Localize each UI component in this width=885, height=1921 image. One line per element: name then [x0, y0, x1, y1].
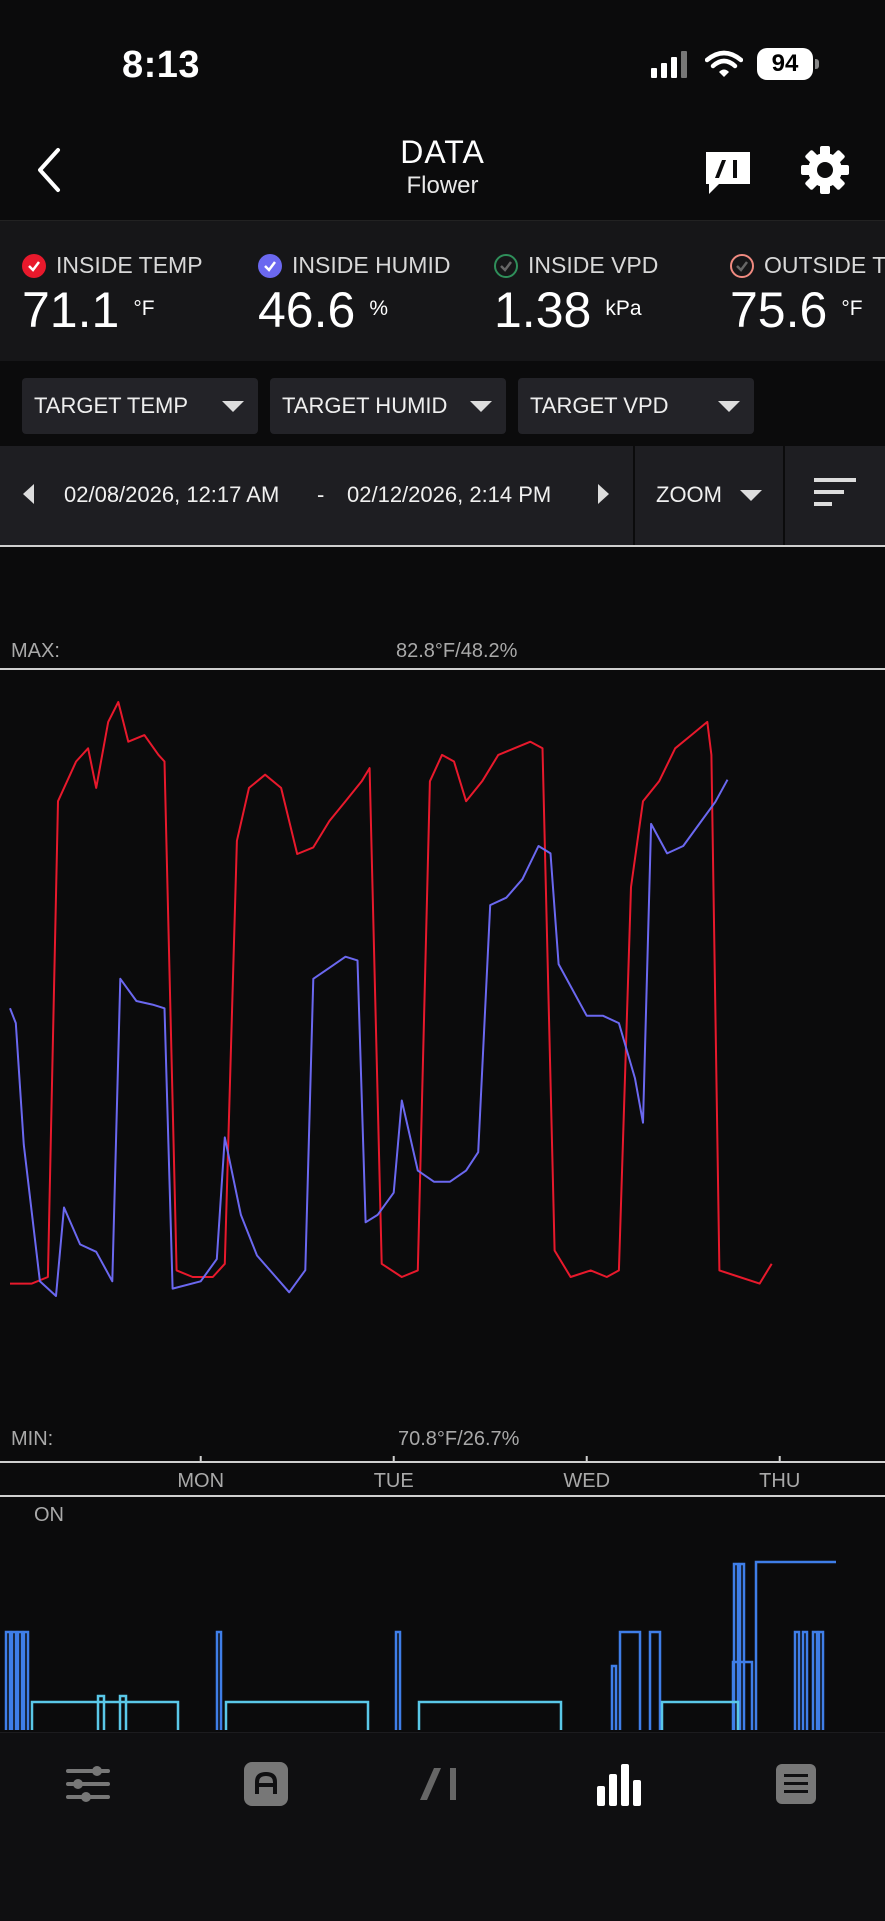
prev-range-icon[interactable]: [20, 482, 36, 506]
activity-pulse: [610, 1664, 618, 1730]
signal-icon: [651, 51, 687, 78]
activity-pulse: [793, 1630, 801, 1730]
sensor-inside-temp[interactable]: INSIDE TEMP 71.1 °F: [22, 252, 203, 339]
sensor-unit: °F: [841, 297, 863, 320]
activity-pulse: [817, 1630, 825, 1730]
activity-block: [224, 1700, 370, 1730]
sensor-value: 1.38: [494, 282, 592, 338]
nav-log-icon[interactable]: [772, 1760, 820, 1808]
ai-chat-icon[interactable]: [703, 150, 753, 196]
sensor-unit: °F: [133, 297, 155, 320]
range-end[interactable]: 02/12/2026, 2:14 PM: [347, 482, 551, 508]
nav-ai-icon[interactable]: [418, 1760, 466, 1808]
target-humid-dropdown[interactable]: TARGET HUMID: [270, 378, 506, 434]
activity-on-label: ON: [34, 1504, 64, 1526]
x-tick-label: WED: [563, 1470, 610, 1492]
caret-down-icon: [470, 400, 492, 412]
activity-pulse: [618, 1630, 642, 1730]
target-vpd-dropdown[interactable]: TARGET VPD: [518, 378, 754, 434]
sensor-unit: kPa: [605, 297, 642, 320]
battery-indicator: 94: [757, 48, 819, 80]
gear-icon[interactable]: [800, 145, 850, 195]
status-icons: 94: [651, 48, 819, 80]
sensor-label: INSIDE HUMID: [292, 252, 451, 278]
wifi-icon: [705, 50, 743, 77]
sensor-outside-temp[interactable]: OUTSIDE T 75.6 °F: [730, 252, 885, 339]
range-start[interactable]: 02/08/2026, 12:17 AM: [64, 482, 279, 508]
activity-pulse: [811, 1630, 819, 1730]
sensor-value: 46.6: [258, 282, 356, 338]
sensor-label: INSIDE VPD: [528, 252, 659, 278]
activity-pulse: [16, 1630, 24, 1730]
sensor-label: INSIDE TEMP: [56, 252, 203, 278]
check-icon[interactable]: [22, 253, 46, 278]
max-value: 82.8°F/48.2%: [396, 640, 518, 662]
min-label: MIN:: [11, 1428, 54, 1450]
caret-down-icon: [740, 490, 762, 501]
activity-pulse: [738, 1562, 746, 1730]
activity-pulse: [10, 1630, 18, 1730]
nav-controls-icon[interactable]: [64, 1760, 112, 1808]
x-tick-label: MON: [177, 1470, 224, 1492]
nav-automation-icon[interactable]: [242, 1760, 290, 1808]
sensor-value: 75.6: [730, 282, 828, 338]
sensor-unit: %: [369, 297, 389, 320]
caret-down-icon: [718, 400, 740, 412]
next-range-icon[interactable]: [596, 482, 612, 506]
activity-pulse: [648, 1630, 662, 1730]
range-dash: -: [317, 482, 325, 507]
activity-block: [417, 1700, 563, 1730]
dropdown-label: TARGET VPD: [530, 393, 669, 418]
min-value: 70.8°F/26.7%: [398, 1428, 520, 1450]
nav-data-icon[interactable]: [594, 1760, 642, 1808]
sensor-value: 71.1: [22, 282, 120, 338]
activity-pulse: [22, 1630, 30, 1730]
caret-down-icon: [222, 400, 244, 412]
target-temp-dropdown[interactable]: TARGET TEMP: [22, 378, 258, 434]
activity-pulse: [394, 1630, 402, 1730]
zoom-dropdown-label[interactable]: ZOOM: [656, 482, 722, 508]
device-activity: [4, 1560, 836, 1730]
plot-lines: [9, 701, 773, 1297]
dropdown-label: TARGET TEMP: [34, 393, 189, 418]
data-chart[interactable]: MON TUE WED THU: [0, 550, 885, 1730]
activity-pulse: [731, 1660, 754, 1730]
activity-pulse: [801, 1630, 809, 1730]
x-tick-label: TUE: [374, 1470, 414, 1492]
check-icon[interactable]: [730, 253, 754, 278]
sensor-label: OUTSIDE T: [764, 252, 885, 278]
x-tick-label: THU: [759, 1470, 800, 1492]
sensor-inside-vpd[interactable]: INSIDE VPD 1.38 kPa: [494, 252, 658, 339]
check-icon[interactable]: [258, 253, 282, 278]
activity-pulse: [4, 1630, 12, 1730]
sensor-inside-humid[interactable]: INSIDE HUMID 46.6%: [258, 252, 450, 339]
activity-pulse: [215, 1630, 223, 1730]
dropdown-label: TARGET HUMID: [282, 393, 448, 418]
sort-menu-icon[interactable]: [814, 478, 856, 508]
divider: [783, 446, 785, 545]
status-time: 8:13: [122, 44, 201, 86]
divider: [633, 446, 635, 545]
check-icon[interactable]: [494, 253, 518, 278]
activity-block: [660, 1700, 740, 1730]
max-label: MAX:: [11, 640, 60, 662]
